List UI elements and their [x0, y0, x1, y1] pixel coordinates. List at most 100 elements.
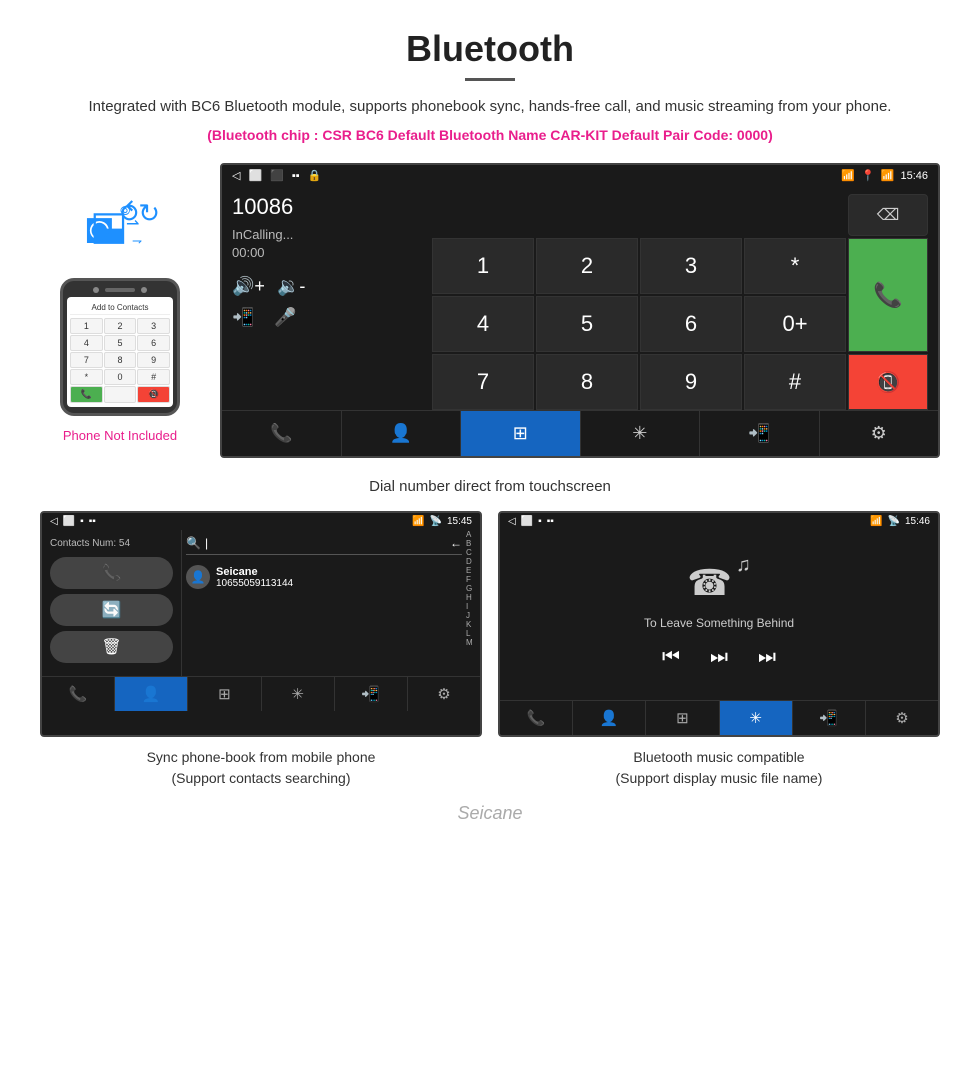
key-5[interactable]: 5: [536, 296, 638, 352]
key-6[interactable]: 6: [640, 296, 742, 352]
music-bottom-bar: 📞 👤 ⊞ ✳ 📲 ⚙: [500, 700, 938, 735]
status-left: ◁ ⬜ ⬛ ▪▪ 🔒: [232, 169, 321, 182]
phone-left-panel: ⬓ ⥀↻ ◙ ⦾ ⇀ ⇁ Add to Contacts 1 2 3: [40, 163, 200, 443]
bottom-transfer-btn[interactable]: 📲: [700, 411, 820, 456]
header-specs: (Bluetooth chip : CSR BC6 Default Blueto…: [60, 127, 920, 143]
c-settings-btn[interactable]: ⚙: [408, 677, 480, 711]
alpha-l[interactable]: L: [466, 629, 480, 638]
key-2[interactable]: 2: [536, 238, 638, 294]
phone-key-0: 0: [104, 369, 137, 385]
alpha-k[interactable]: K: [466, 620, 480, 629]
m-bluetooth-btn[interactable]: ✳: [720, 701, 793, 735]
alpha-m[interactable]: M: [466, 638, 480, 647]
volume-down-icon[interactable]: 🔉-: [277, 276, 305, 297]
key-0plus[interactable]: 0+: [744, 296, 846, 352]
alphabet-scroll-list[interactable]: A B C D E F G H I J K L M: [466, 530, 480, 676]
page-title: Bluetooth: [60, 28, 920, 70]
contacts-signal-icon: ▪▪: [89, 516, 96, 527]
page-header: Bluetooth Integrated with BC6 Bluetooth …: [0, 0, 980, 153]
alpha-e[interactable]: E: [466, 566, 480, 575]
call-button[interactable]: 📞: [848, 238, 928, 352]
phone-key-4: 4: [70, 335, 103, 351]
phone-key-8: 8: [104, 352, 137, 368]
phone-camera-dot: [93, 287, 99, 293]
numpad-grid: 1 2 3 * 📞 4 5 6 0+ 7 8 9 # 📵: [432, 238, 928, 410]
mute-icon[interactable]: 🎤: [274, 307, 296, 328]
play-pause-button[interactable]: ⏭: [710, 646, 728, 669]
key-hash[interactable]: #: [744, 354, 846, 410]
alpha-d[interactable]: D: [466, 557, 480, 566]
wifi-icon: 📶: [881, 169, 895, 182]
alpha-a[interactable]: A: [466, 530, 480, 539]
contact-info: Seicane 10655059113144: [216, 566, 293, 589]
call-timer: 00:00: [232, 244, 422, 262]
c-contacts-btn[interactable]: 👤: [115, 677, 188, 711]
key-1[interactable]: 1: [432, 238, 534, 294]
phone-add-contacts-label: Add to Contacts: [70, 301, 170, 315]
dial-number: 10086: [232, 194, 422, 220]
bottom-dialpad-btn[interactable]: ⊞: [461, 411, 581, 456]
volume-up-icon[interactable]: 🔊+: [232, 276, 265, 297]
phone-mockup: Add to Contacts 1 2 3 4 5 6 7 8 9 * 0 # …: [60, 278, 180, 416]
music-note-icon: ♫: [736, 554, 751, 577]
contacts-search-bar[interactable]: 🔍 | ←: [186, 536, 462, 555]
contact-number: 10655059113144: [216, 578, 293, 589]
phone-key-9: 9: [137, 352, 170, 368]
main-demo-section: ⬓ ⥀↻ ◙ ⦾ ⇀ ⇁ Add to Contacts 1 2 3: [0, 153, 980, 468]
contacts-left-panel: Contacts Num: 54 📞 🔄 🗑: [42, 530, 182, 676]
contacts-count-label: Contacts Num: 54: [50, 538, 173, 549]
key-7[interactable]: 7: [432, 354, 534, 410]
phone-not-included-label: Phone Not Included: [63, 428, 177, 443]
call-status-text: InCalling... 00:00: [232, 226, 422, 262]
backspace-button[interactable]: ⌫: [848, 194, 928, 236]
m-transfer-btn[interactable]: 📲: [793, 701, 866, 735]
alpha-h[interactable]: H: [466, 593, 480, 602]
key-9[interactable]: 9: [640, 354, 742, 410]
c-phone-btn[interactable]: 📞: [42, 677, 115, 711]
music-caption-line2: (Support display music file name): [498, 768, 940, 789]
c-dialpad-btn[interactable]: ⊞: [188, 677, 261, 711]
contacts-call-btn[interactable]: 📞: [50, 557, 173, 589]
contacts-sync-btn[interactable]: 🔄: [50, 594, 173, 626]
prev-track-button[interactable]: ⏮: [662, 646, 680, 669]
contacts-caption-line2: (Support contacts searching): [40, 768, 482, 789]
alpha-f[interactable]: F: [466, 575, 480, 584]
search-cursor: |: [205, 536, 208, 550]
key-8[interactable]: 8: [536, 354, 638, 410]
music-phone-icon: ☎: [687, 562, 732, 604]
contacts-status-bar: ◁ ⬜ ▪ ▪▪ 📶 📡 15:45: [42, 513, 480, 530]
next-track-button[interactable]: ⏭: [758, 646, 776, 669]
key-3[interactable]: 3: [640, 238, 742, 294]
alpha-b[interactable]: B: [466, 539, 480, 548]
svg-text:⇁: ⇁: [132, 234, 142, 248]
time-display: 15:46: [900, 170, 928, 182]
m-contacts-btn[interactable]: 👤: [573, 701, 646, 735]
contacts-screen-panel: ◁ ⬜ ▪ ▪▪ 📶 📡 15:45 Contacts Num: 54 📞 🔄 …: [40, 511, 482, 737]
main-caption: Dial number direct from touchscreen: [0, 468, 980, 511]
phone-key-star: *: [70, 369, 103, 385]
music-caption-line1: Bluetooth music compatible: [498, 747, 940, 768]
m-settings-btn[interactable]: ⚙: [866, 701, 938, 735]
c-bluetooth-btn[interactable]: ✳: [262, 677, 335, 711]
alpha-c[interactable]: C: [466, 548, 480, 557]
recents-icon: ⬛: [270, 169, 284, 182]
key-4[interactable]: 4: [432, 296, 534, 352]
search-icon: 🔍: [186, 536, 201, 550]
lock-icon: 🔒: [308, 169, 322, 182]
signal-icon: ▪▪: [292, 170, 300, 182]
m-phone-btn[interactable]: 📞: [500, 701, 573, 735]
alpha-g[interactable]: G: [466, 584, 480, 593]
contacts-delete-btn[interactable]: 🗑: [50, 631, 173, 663]
bottom-contacts-btn[interactable]: 👤: [342, 411, 462, 456]
bottom-phone-btn[interactable]: 📞: [222, 411, 342, 456]
m-dialpad-btn[interactable]: ⊞: [646, 701, 719, 735]
transfer-icon[interactable]: 📲: [232, 307, 254, 328]
alpha-j[interactable]: J: [466, 611, 480, 620]
alpha-i[interactable]: I: [466, 602, 480, 611]
key-star[interactable]: *: [744, 238, 846, 294]
bottom-bluetooth-btn[interactable]: ✳: [581, 411, 701, 456]
bottom-settings-btn[interactable]: ⚙: [820, 411, 939, 456]
end-call-button[interactable]: 📵: [848, 354, 928, 410]
c-transfer-btn[interactable]: 📲: [335, 677, 408, 711]
contacts-status-right: 📶 📡 15:45: [412, 516, 472, 527]
